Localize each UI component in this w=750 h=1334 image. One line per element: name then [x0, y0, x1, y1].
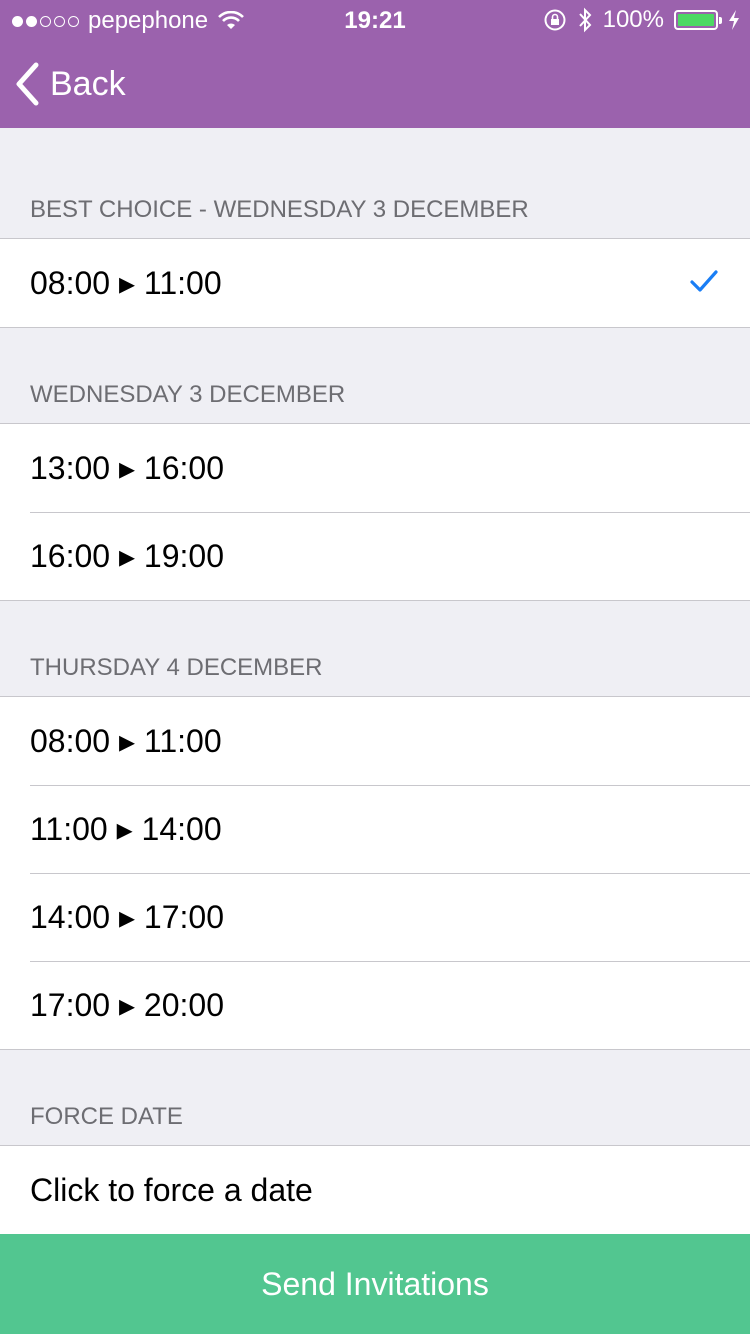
status-right: 100%: [543, 6, 740, 34]
group-wednesday: 13:00 ▸ 16:00 16:00 ▸ 19:00: [0, 424, 750, 601]
checkmark-icon: [690, 270, 718, 292]
time-slot-list[interactable]: BEST CHOICE - WEDNESDAY 3 DECEMBER 08:00…: [0, 128, 750, 1234]
section-header-thursday: THURSDAY 4 DECEMBER: [0, 601, 750, 697]
navigation-bar: Back: [0, 40, 750, 128]
section-header-best-choice: BEST CHOICE - WEDNESDAY 3 DECEMBER: [0, 128, 750, 239]
section-header-force-date: FORCE DATE: [0, 1050, 750, 1146]
battery-percent: 100%: [602, 6, 664, 33]
time-slot-label: 13:00 ▸ 16:00: [30, 450, 224, 486]
back-label: Back: [50, 64, 126, 103]
time-slot-row[interactable]: 08:00 ▸ 11:00: [0, 239, 750, 327]
lock-rotation-icon: [544, 9, 566, 31]
group-force-date: Click to force a date: [0, 1146, 750, 1234]
battery-icon: [674, 10, 722, 30]
send-invitations-button[interactable]: Send Invitations: [0, 1234, 750, 1334]
time-slot-label: 08:00 ▸ 11:00: [30, 723, 222, 759]
time-slot-row[interactable]: 17:00 ▸ 20:00: [0, 961, 750, 1049]
bluetooth-icon: [578, 7, 591, 33]
time-slot-row[interactable]: 08:00 ▸ 11:00: [0, 697, 750, 785]
chevron-left-icon: [16, 62, 39, 106]
time-slot-row[interactable]: 11:00 ▸ 14:00: [0, 785, 750, 873]
battery-level: [678, 14, 714, 26]
time-slot-label: 08:00 ▸ 11:00: [30, 265, 222, 301]
back-button[interactable]: Back: [14, 60, 126, 108]
force-date-label: Click to force a date: [30, 1171, 313, 1208]
group-thursday: 08:00 ▸ 11:00 11:00 ▸ 14:00 14:00 ▸ 17:0…: [0, 697, 750, 1050]
time-slot-label: 14:00 ▸ 17:00: [30, 899, 224, 935]
time-slot-row[interactable]: 13:00 ▸ 16:00: [0, 424, 750, 512]
charging-icon: [729, 10, 739, 30]
group-best-choice: 08:00 ▸ 11:00: [0, 239, 750, 328]
section-header-wednesday: WEDNESDAY 3 DECEMBER: [0, 328, 750, 424]
time-slot-row[interactable]: 16:00 ▸ 19:00: [0, 512, 750, 600]
time-slot-label: 17:00 ▸ 20:00: [30, 987, 224, 1023]
time-slot-row[interactable]: 14:00 ▸ 17:00: [0, 873, 750, 961]
header: pepephone 19:21 100% Back: [0, 0, 750, 128]
time-slot-label: 16:00 ▸ 19:00: [30, 538, 224, 574]
force-date-row[interactable]: Click to force a date: [0, 1146, 750, 1234]
status-bar: pepephone 19:21 100%: [0, 0, 750, 40]
time-slot-label: 11:00 ▸ 14:00: [30, 811, 222, 847]
